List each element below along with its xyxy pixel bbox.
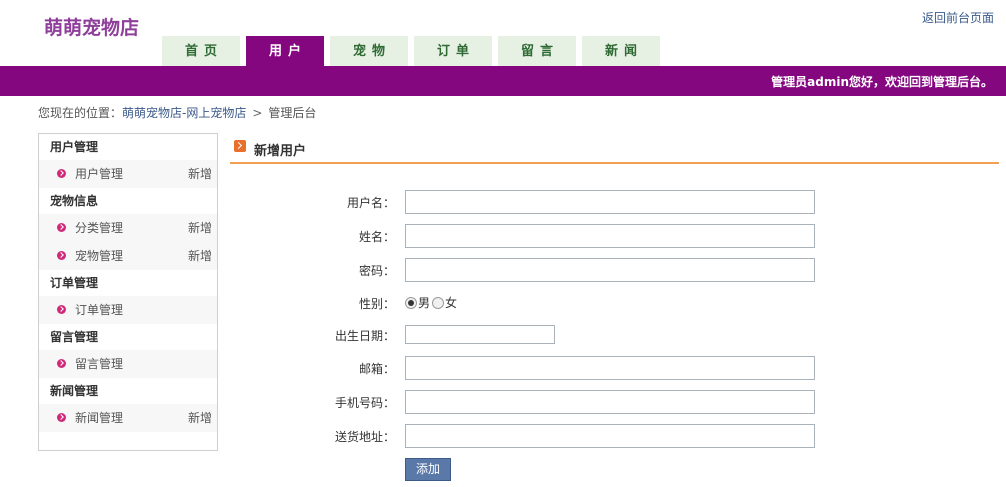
breadcrumb: 您现在的位置：萌萌宠物店-网上宠物店 > 管理后台 bbox=[38, 104, 316, 121]
sidebar-item-message-manage: 留言管理 bbox=[39, 350, 217, 378]
welcome-message: 管理员admin您好，欢迎回到管理后台。 bbox=[771, 75, 993, 89]
sidebar-add-news-link[interactable]: 新增 bbox=[188, 404, 212, 432]
arrow-bullet-icon bbox=[57, 305, 66, 314]
name-label: 姓名： bbox=[358, 230, 395, 244]
gender-female-label: 女 bbox=[445, 296, 458, 310]
phone-row: 手机号码： bbox=[300, 390, 820, 414]
tab-home[interactable]: 首页 bbox=[162, 36, 240, 66]
main-nav: 首页 用户 宠物 订单 留言 新闻 bbox=[162, 36, 666, 66]
panel-header: 新增用户 bbox=[230, 134, 999, 164]
email-label: 邮箱： bbox=[358, 362, 395, 376]
password-label: 密码： bbox=[358, 264, 395, 278]
arrow-bullet-icon bbox=[57, 413, 66, 422]
password-input[interactable] bbox=[405, 258, 815, 282]
tab-users[interactable]: 用户 bbox=[246, 36, 324, 66]
sidebar-item-label[interactable]: 宠物管理 bbox=[75, 249, 123, 263]
tab-messages[interactable]: 留言 bbox=[498, 36, 576, 66]
username-label: 用户名： bbox=[346, 196, 395, 210]
site-logo: 萌萌宠物店 bbox=[44, 17, 140, 39]
password-row: 密码： bbox=[300, 258, 820, 282]
sidebar-group-users: 用户管理 bbox=[39, 134, 217, 160]
birthdate-input[interactable] bbox=[405, 325, 555, 344]
gender-female-radio[interactable] bbox=[432, 296, 445, 309]
sidebar-add-category-link[interactable]: 新增 bbox=[188, 214, 212, 242]
add-user-button[interactable]: 添加 bbox=[405, 458, 451, 481]
sidebar-group-messages: 留言管理 bbox=[39, 324, 217, 350]
address-row: 送货地址： bbox=[300, 424, 820, 448]
sidebar-item-label[interactable]: 留言管理 bbox=[75, 357, 123, 371]
tab-orders[interactable]: 订单 bbox=[414, 36, 492, 66]
email-input[interactable] bbox=[405, 356, 815, 380]
arrow-right-icon bbox=[234, 140, 246, 152]
top-bar: 管理员admin您好，欢迎回到管理后台。 bbox=[0, 66, 1006, 96]
gender-male-radio[interactable] bbox=[405, 296, 417, 309]
tab-pets[interactable]: 宠物 bbox=[330, 36, 408, 66]
username-input[interactable] bbox=[405, 190, 815, 214]
phone-input[interactable] bbox=[405, 390, 815, 414]
address-input[interactable] bbox=[405, 424, 815, 448]
arrow-bullet-icon bbox=[57, 359, 66, 368]
name-row: 姓名： bbox=[300, 224, 820, 248]
gender-row: 性别： 男 女 bbox=[300, 291, 820, 315]
sidebar-item-label[interactable]: 分类管理 bbox=[75, 221, 123, 235]
sidebar-item-pet-manage: 宠物管理 新增 bbox=[39, 242, 217, 270]
sidebar-item-category-manage: 分类管理 新增 bbox=[39, 214, 217, 242]
breadcrumb-current: 管理后台 bbox=[268, 106, 317, 120]
sidebar-group-pets: 宠物信息 bbox=[39, 188, 217, 214]
birthdate-row: 出生日期： bbox=[300, 323, 820, 347]
panel-title: 新增用户 bbox=[254, 144, 307, 159]
sidebar-item-label[interactable]: 新闻管理 bbox=[75, 411, 123, 425]
sidebar-item-label[interactable]: 订单管理 bbox=[75, 303, 123, 317]
name-input[interactable] bbox=[405, 224, 815, 248]
sidebar-item-news-manage: 新闻管理 新增 bbox=[39, 404, 217, 432]
breadcrumb-prefix: 您现在的位置： bbox=[38, 106, 123, 120]
arrow-bullet-icon bbox=[57, 251, 66, 260]
gender-radio-group: 男 女 bbox=[405, 294, 459, 311]
gender-label: 性别： bbox=[358, 297, 395, 311]
sidebar-item-label[interactable]: 用户管理 bbox=[75, 167, 123, 181]
arrow-bullet-icon bbox=[57, 223, 66, 232]
breadcrumb-separator: > bbox=[252, 106, 263, 120]
birthdate-label: 出生日期： bbox=[334, 329, 395, 343]
sidebar-group-news: 新闻管理 bbox=[39, 378, 217, 404]
sidebar-item-order-manage: 订单管理 bbox=[39, 296, 217, 324]
sidebar-add-pet-link[interactable]: 新增 bbox=[188, 242, 212, 270]
address-label: 送货地址： bbox=[334, 430, 395, 444]
gender-male-label: 男 bbox=[418, 296, 431, 310]
sidebar: 用户管理 用户管理 新增 宠物信息 分类管理 新增 宠物管理 新增 订单管理 订… bbox=[38, 133, 218, 451]
email-row: 邮箱： bbox=[300, 356, 820, 380]
username-row: 用户名： bbox=[300, 190, 820, 214]
sidebar-add-user-link[interactable]: 新增 bbox=[188, 160, 212, 188]
sidebar-group-orders: 订单管理 bbox=[39, 270, 217, 296]
front-page-link[interactable]: 返回前台页面 bbox=[922, 9, 994, 26]
breadcrumb-home-link[interactable]: 萌萌宠物店-网上宠物店 bbox=[122, 106, 246, 120]
sidebar-item-user-manage: 用户管理 新增 bbox=[39, 160, 217, 188]
phone-label: 手机号码： bbox=[334, 396, 395, 410]
arrow-bullet-icon bbox=[57, 169, 66, 178]
tab-news[interactable]: 新闻 bbox=[582, 36, 660, 66]
